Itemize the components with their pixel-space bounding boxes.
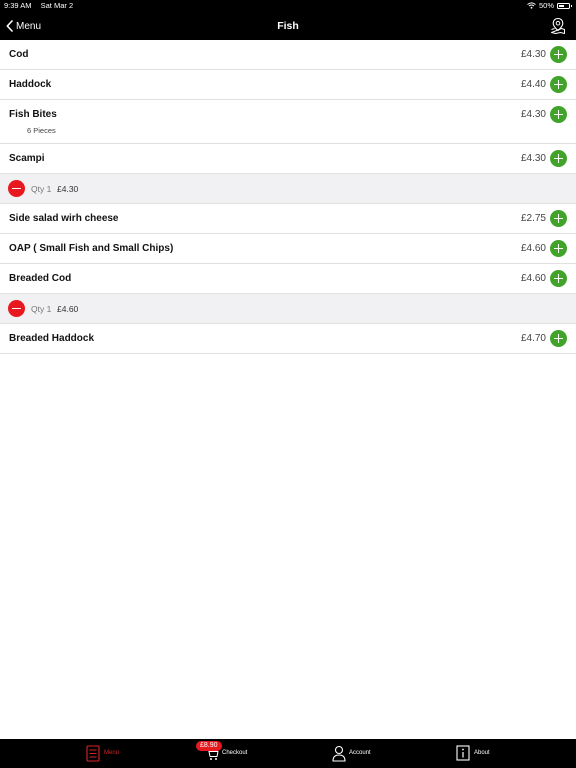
line-price: £4.60 <box>57 304 79 314</box>
cart-line-breaded-cod: Qty 1 £4.60 <box>0 294 576 324</box>
remove-button[interactable] <box>8 300 25 317</box>
menu-item-oap[interactable]: OAP ( Small Fish and Small Chips) £4.60 <box>0 234 576 264</box>
menu-item-haddock[interactable]: Haddock £4.40 <box>0 70 576 100</box>
add-button[interactable] <box>550 76 567 93</box>
status-bar: 9:39 AM Sat Mar 2 50% <box>0 0 576 12</box>
line-price: £4.30 <box>57 184 79 194</box>
menu-item-scampi[interactable]: Scampi £4.30 <box>0 144 576 174</box>
item-name: Breaded Haddock <box>9 333 95 344</box>
tab-checkout-label: Checkout <box>222 750 248 756</box>
menu-item-breaded-haddock[interactable]: Breaded Haddock £4.70 <box>0 324 576 354</box>
quantity-label: Qty 1 <box>31 184 52 194</box>
add-button[interactable] <box>550 106 567 123</box>
tab-about[interactable]: About <box>454 739 514 768</box>
location-map-button[interactable] <box>550 17 566 35</box>
add-button[interactable] <box>550 270 567 287</box>
chevron-left-icon <box>6 20 13 32</box>
add-button[interactable] <box>550 210 567 227</box>
menu-item-fish-bites[interactable]: Fish Bites 6 Pieces £4.30 <box>0 100 576 144</box>
tab-bar: Menu Checkout £8.90 Account About <box>0 739 576 768</box>
battery-percent: 50% <box>538 1 554 10</box>
item-name: Haddock <box>9 79 52 90</box>
back-button[interactable]: Menu <box>6 18 41 34</box>
item-name: Side salad wirh cheese <box>9 213 119 224</box>
add-button[interactable] <box>550 46 567 63</box>
person-icon <box>332 745 346 762</box>
back-label: Menu <box>16 20 42 32</box>
menu-item-side-salad[interactable]: Side salad wirh cheese £2.75 <box>0 204 576 234</box>
cart-line-scampi: Qty 1 £4.30 <box>0 174 576 204</box>
item-name: Scampi <box>9 153 45 164</box>
menu-item-cod[interactable]: Cod £4.30 <box>0 40 576 70</box>
page-title: Fish <box>277 20 299 32</box>
item-price: £4.60 <box>520 273 546 284</box>
tab-menu[interactable]: Menu <box>82 739 142 768</box>
item-price: £2.75 <box>520 213 546 224</box>
item-price: £4.30 <box>520 153 546 164</box>
item-price: £4.30 <box>520 49 546 60</box>
tab-about-label: About <box>474 750 490 756</box>
menu-item-breaded-cod[interactable]: Breaded Cod £4.60 <box>0 264 576 294</box>
item-price: £4.60 <box>520 243 546 254</box>
item-price: £4.40 <box>520 79 546 90</box>
info-icon <box>456 745 470 761</box>
menu-item-list: Cod £4.30 Haddock £4.40 Fish Bites 6 Pie… <box>0 40 576 354</box>
item-name: OAP ( Small Fish and Small Chips) <box>9 243 174 254</box>
tab-account[interactable]: Account <box>330 739 390 768</box>
item-name: Cod <box>9 49 29 60</box>
item-price: £4.70 <box>520 333 546 344</box>
quantity-label: Qty 1 <box>31 304 52 314</box>
wifi-icon <box>527 2 536 9</box>
status-date: Sat Mar 2 <box>40 1 74 10</box>
tab-menu-label: Menu <box>104 750 120 756</box>
status-time: 9:39 AM <box>4 1 32 10</box>
tab-account-label: Account <box>349 750 371 756</box>
add-button[interactable] <box>550 150 567 167</box>
item-description: 6 Pieces <box>27 126 56 135</box>
item-name: Breaded Cod <box>9 273 72 284</box>
item-price: £4.30 <box>520 109 546 120</box>
cart-total-badge: £8.90 <box>196 741 222 751</box>
nav-bar: Fish Menu <box>0 12 576 40</box>
remove-button[interactable] <box>8 180 25 197</box>
item-name: Fish Bites <box>9 109 57 120</box>
menu-list-icon <box>86 745 100 762</box>
location-map-icon <box>551 17 565 34</box>
add-button[interactable] <box>550 240 567 257</box>
add-button[interactable] <box>550 330 567 347</box>
battery-icon <box>557 2 572 9</box>
